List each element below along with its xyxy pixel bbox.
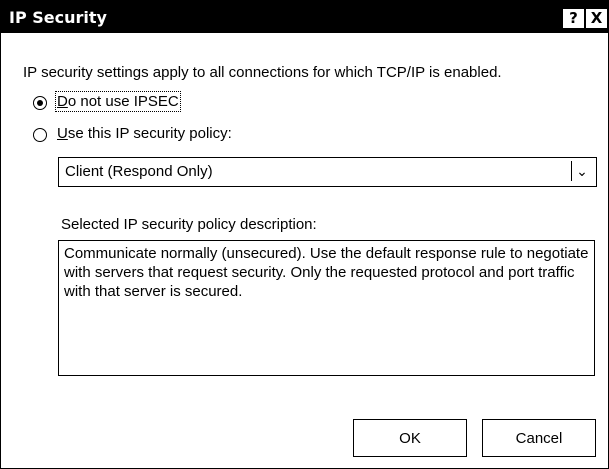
description-text: Communicate normally (unsecured). Use th… bbox=[64, 245, 589, 300]
help-button[interactable]: ? bbox=[563, 9, 584, 28]
close-button[interactable]: X bbox=[586, 9, 607, 28]
description-box: Communicate normally (unsecured). Use th… bbox=[58, 240, 595, 376]
radio-use-policy[interactable] bbox=[33, 128, 47, 142]
radio-use-policy-label[interactable]: Use this IP security policy: bbox=[57, 125, 232, 142]
cancel-button[interactable]: Cancel bbox=[482, 419, 596, 457]
ip-security-dialog: IP Security ? X IP security settings app… bbox=[0, 0, 609, 469]
ok-button[interactable]: OK bbox=[353, 419, 467, 457]
chevron-down-icon[interactable]: ⌄ bbox=[571, 161, 592, 181]
label-text: se this IP security policy: bbox=[67, 125, 232, 142]
radio-no-ipsec-label[interactable]: Do not use IPSEC bbox=[55, 91, 181, 112]
policy-select-value: Client (Respond Only) bbox=[65, 163, 213, 180]
description-label: Selected IP security policy description: bbox=[61, 216, 317, 233]
radio-no-ipsec[interactable] bbox=[33, 96, 47, 110]
title-bar[interactable]: IP Security ? X bbox=[1, 1, 608, 33]
radio-selected-dot bbox=[37, 100, 43, 106]
window-title: IP Security bbox=[9, 8, 107, 27]
policy-select[interactable]: Client (Respond Only) ⌄ bbox=[58, 157, 597, 187]
intro-text: IP security settings apply to all connec… bbox=[23, 64, 502, 81]
accelerator-key: D bbox=[57, 93, 68, 110]
accelerator-key: U bbox=[57, 125, 68, 142]
label-text: o not use IPSEC bbox=[67, 93, 179, 110]
